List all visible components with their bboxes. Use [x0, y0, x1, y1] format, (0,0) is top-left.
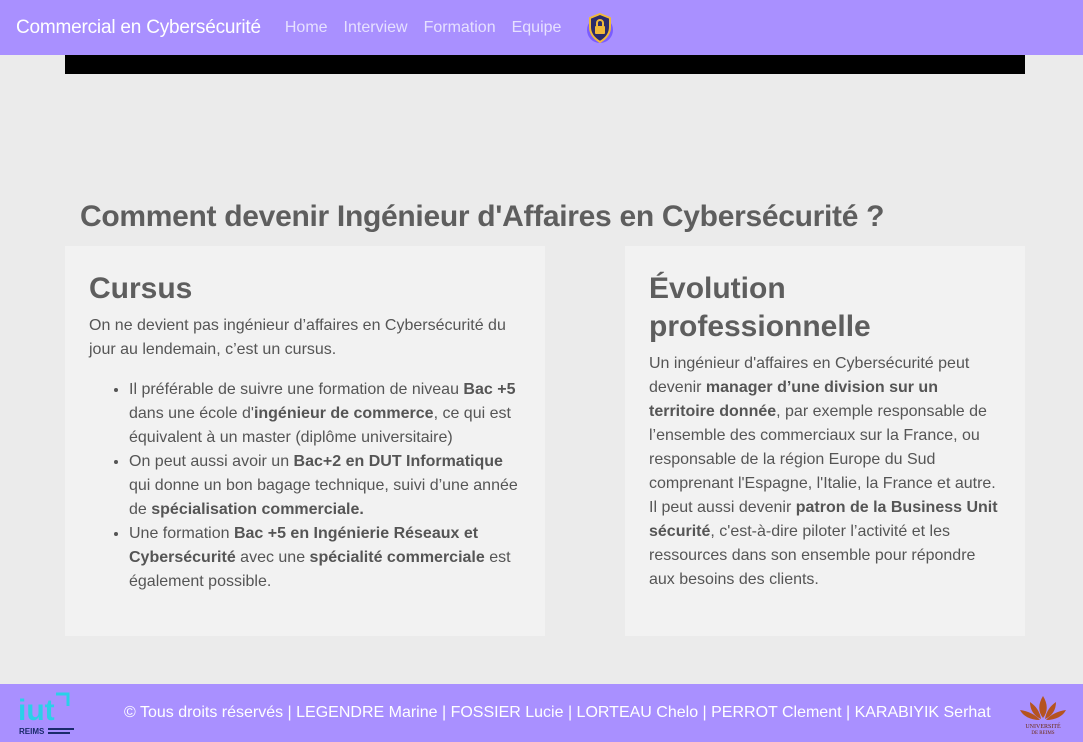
evolution-card: Évolution professionnelle Un ingénieur d… [625, 246, 1025, 636]
nav-link-interview[interactable]: Interview [344, 19, 408, 37]
shield-lock-icon [585, 11, 615, 45]
nav-link-formation[interactable]: Formation [424, 19, 496, 37]
evolution-text: Un ingénieur d'affaires en Cybersécurité… [649, 355, 998, 588]
svg-text:iut: iut [18, 694, 55, 727]
svg-text:REIMS: REIMS [19, 727, 45, 736]
brand-link[interactable]: Commercial en Cybersécurité [16, 17, 261, 39]
list-item: On peut aussi avoir un Bac+2 en DUT Info… [129, 450, 521, 522]
nav-link-home[interactable]: Home [285, 19, 328, 37]
svg-text:DE REIMS: DE REIMS [1031, 731, 1054, 736]
footer: iut REIMS © Tous droits réservés | LEGEN… [0, 684, 1083, 742]
cursus-card: Cursus On ne devient pas ingénieur d’aff… [65, 246, 545, 636]
page-title: Comment devenir Ingénieur d'Affaires en … [80, 200, 885, 233]
list-item: Il préférable de suivre une formation de… [129, 378, 521, 450]
evolution-heading: Évolution professionnelle [649, 272, 871, 343]
cursus-list: Il préférable de suivre une formation de… [89, 378, 521, 594]
navbar: Commercial en Cybersécurité Home Intervi… [0, 0, 1083, 55]
university-logo: UNIVERSITÉ DE REIMS [1010, 692, 1076, 736]
svg-text:UNIVERSITÉ: UNIVERSITÉ [1025, 722, 1061, 730]
footer-credits: © Tous droits réservés | LEGENDRE Marine… [124, 704, 991, 721]
cursus-intro: On ne devient pas ingénieur d’affaires e… [89, 317, 506, 358]
list-item: Une formation Bac +5 en Ingénierie Résea… [129, 522, 521, 594]
nav-link-equipe[interactable]: Equipe [512, 19, 562, 37]
video-embed[interactable] [65, 55, 1025, 74]
iut-logo: iut REIMS [16, 688, 78, 740]
cursus-heading: Cursus [89, 272, 193, 305]
